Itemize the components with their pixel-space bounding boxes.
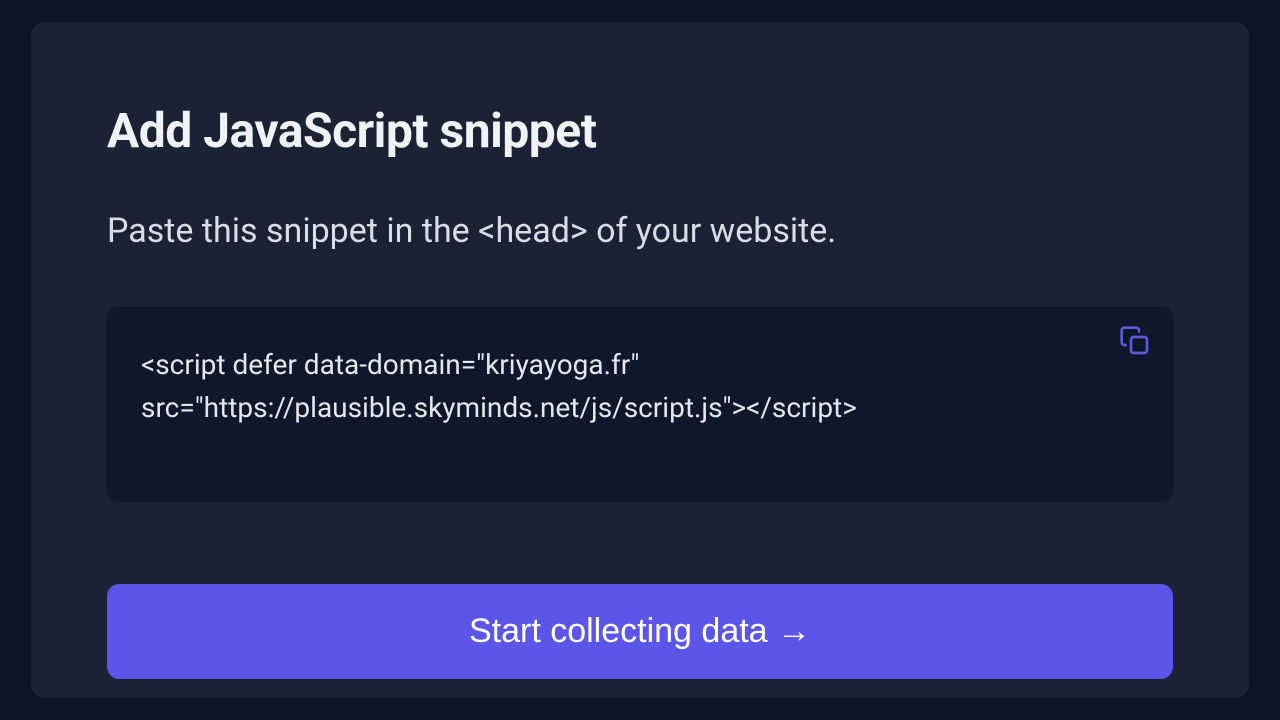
copy-icon [1119,325,1151,357]
code-snippet-text[interactable]: <script defer data-domain="kriyayoga.fr"… [141,343,1139,430]
instruction-before: Paste this snippet in the [107,211,478,251]
setup-panel: Add JavaScript snippet Paste this snippe… [31,22,1249,698]
instruction-text: Paste this snippet in the <head> of your… [107,209,1173,255]
start-collecting-button[interactable]: Start collecting data → [107,584,1173,679]
page-title: Add JavaScript snippet [107,102,1173,159]
code-snippet-block: <script defer data-domain="kriyayoga.fr"… [107,307,1173,502]
start-button-label: Start collecting data → [469,612,811,651]
instruction-code: <head> [478,211,588,251]
copy-button[interactable] [1115,321,1155,361]
instruction-after: of your website. [588,211,837,251]
